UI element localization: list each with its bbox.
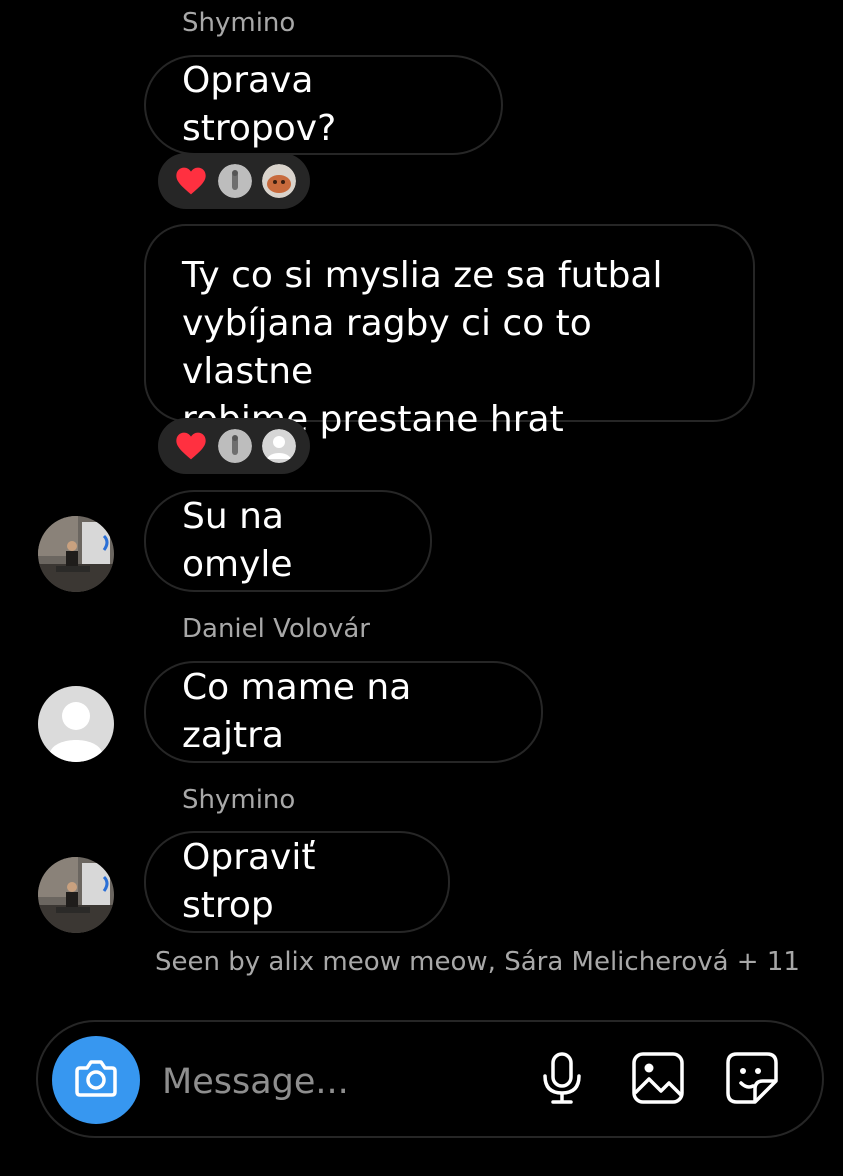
message-text: Ty co si myslia ze sa futbal vybíjana ra… bbox=[182, 255, 663, 440]
message-sender-name: Shymino bbox=[182, 8, 296, 38]
sender-avatar[interactable] bbox=[38, 857, 114, 933]
message-composer bbox=[36, 1020, 824, 1138]
heart-icon bbox=[174, 429, 208, 463]
message-bubble[interactable]: Ty co si myslia ze sa futbal vybíjana ra… bbox=[144, 224, 755, 440]
heart-icon bbox=[174, 164, 208, 198]
sender-avatar[interactable] bbox=[38, 686, 114, 762]
seen-by-receipt: Seen by alix meow meow, Sára Melicherová… bbox=[155, 947, 800, 977]
message-text: Opraviť strop bbox=[182, 837, 316, 926]
sticker-icon bbox=[725, 1051, 779, 1109]
microphone-icon bbox=[540, 1051, 584, 1109]
message-text: Oprava stropov? bbox=[182, 60, 337, 149]
reactor-avatar bbox=[218, 164, 252, 198]
message-bubble[interactable]: Oprava stropov? bbox=[144, 55, 503, 155]
message-sender-name: Daniel Volovár bbox=[182, 614, 370, 644]
message-text: Co mame na zajtra bbox=[182, 667, 412, 756]
message-bubble[interactable]: Su na omyle bbox=[144, 490, 432, 592]
reactor-avatar bbox=[218, 429, 252, 463]
microphone-button[interactable] bbox=[534, 1052, 590, 1108]
sticker-button[interactable] bbox=[724, 1052, 780, 1108]
sender-avatar[interactable] bbox=[38, 516, 114, 592]
camera-icon bbox=[74, 1058, 118, 1102]
message-sender-name: Shymino bbox=[182, 785, 296, 815]
camera-button[interactable] bbox=[52, 1036, 140, 1124]
reactions-bar[interactable] bbox=[158, 153, 310, 209]
gallery-icon bbox=[631, 1051, 685, 1109]
message-input[interactable] bbox=[162, 1060, 522, 1104]
reactor-avatar bbox=[262, 164, 296, 198]
gallery-button[interactable] bbox=[630, 1052, 686, 1108]
reactor-avatar bbox=[262, 429, 296, 463]
message-bubble[interactable]: Opraviť strop bbox=[144, 831, 450, 933]
message-text: Su na omyle bbox=[182, 496, 293, 585]
reactions-bar[interactable] bbox=[158, 418, 310, 474]
message-bubble[interactable]: Co mame na zajtra bbox=[144, 661, 543, 763]
